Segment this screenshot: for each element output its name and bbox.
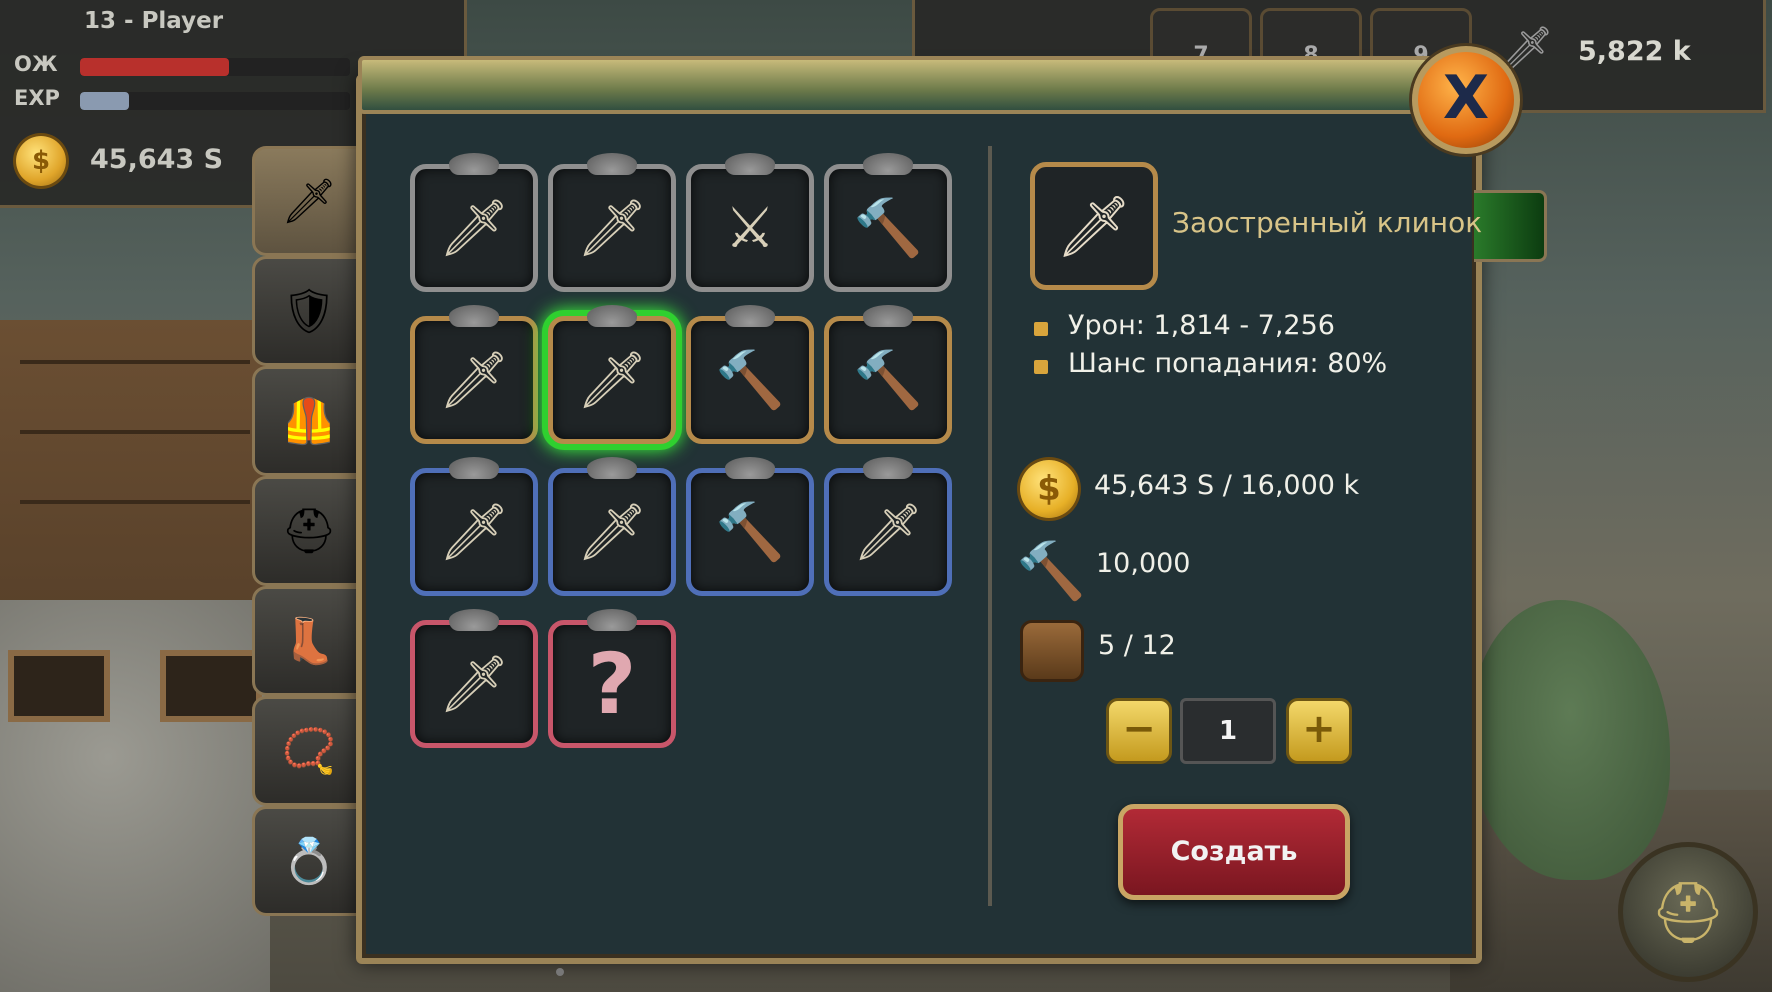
item-slot[interactable]: 🗡 bbox=[548, 457, 676, 596]
weapon-icon: 🔨 bbox=[853, 196, 923, 261]
ring-icon: 💍 bbox=[281, 836, 337, 887]
slot-crest bbox=[587, 609, 637, 631]
exp-label: EXP bbox=[14, 86, 60, 110]
weapon-icon: 🗡 bbox=[576, 500, 648, 565]
item-slot[interactable]: 🗡 bbox=[410, 153, 538, 292]
slot-crest bbox=[863, 153, 913, 175]
bullet-icon bbox=[1034, 322, 1048, 336]
hammer-icon: 🔨 bbox=[1016, 539, 1086, 604]
gold-amount: 45,643 S bbox=[90, 144, 224, 175]
hp-label: ОЖ bbox=[14, 52, 58, 76]
increase-quantity-button[interactable]: + bbox=[1286, 698, 1352, 764]
weapon-icon: 🗡 bbox=[852, 500, 924, 565]
exp-bar-fill bbox=[80, 92, 129, 110]
player-name: 13 - Player bbox=[84, 8, 224, 34]
selected-item-icon: 🗡 bbox=[1055, 191, 1133, 262]
category-tab-ring[interactable]: 💍 bbox=[252, 806, 363, 916]
bag-icon bbox=[1020, 620, 1084, 682]
weapon-icon: 🗡 bbox=[281, 176, 337, 227]
close-button[interactable]: X bbox=[1412, 46, 1520, 154]
decrease-quantity-button[interactable]: − bbox=[1106, 698, 1172, 764]
helmet-icon: ⛑ bbox=[1649, 877, 1727, 948]
exp-bar bbox=[80, 92, 350, 110]
weapon-icon: 🗡 bbox=[438, 500, 510, 565]
background-creature bbox=[1470, 600, 1670, 880]
slot-crest bbox=[863, 457, 913, 479]
item-slot[interactable]: 🔨 bbox=[686, 457, 814, 596]
item-slot[interactable]: 🔨 bbox=[824, 305, 952, 444]
item-slot[interactable]: ⚔ bbox=[686, 153, 814, 292]
item-slot[interactable]: 🔨 bbox=[686, 305, 814, 444]
slot-crest bbox=[587, 305, 637, 327]
craft-points-text: 10,000 bbox=[1096, 548, 1191, 579]
item-slot[interactable]: 🗡 bbox=[410, 609, 538, 748]
bullet-icon bbox=[1034, 360, 1048, 374]
slot-crest bbox=[449, 305, 499, 327]
create-button[interactable]: Создать bbox=[1118, 804, 1350, 900]
quantity-field[interactable]: 1 bbox=[1180, 698, 1276, 764]
weapon-icon: 🗡 bbox=[438, 348, 510, 413]
weapon-icon: 🗡 bbox=[438, 196, 510, 261]
hp-bar bbox=[80, 58, 350, 76]
currency-amount: 5,822 k bbox=[1578, 36, 1691, 67]
background-window bbox=[8, 650, 110, 722]
weapon-icon: 🗡 bbox=[576, 348, 648, 413]
slot-crest bbox=[863, 305, 913, 327]
weapon-icon: 🔨 bbox=[853, 348, 923, 413]
weapon-icon: ⚔ bbox=[724, 195, 776, 261]
slot-crest bbox=[587, 457, 637, 479]
side-tab-right[interactable] bbox=[1474, 190, 1547, 262]
category-tab-armor[interactable]: 🦺 bbox=[252, 366, 363, 476]
slot-crest bbox=[725, 153, 775, 175]
item-slot[interactable]: 🗡 bbox=[410, 457, 538, 596]
slot-crest bbox=[449, 153, 499, 175]
panel-title-bar bbox=[358, 56, 1436, 114]
hit-chance-stat: Шанс попадания: 80% bbox=[1068, 348, 1388, 379]
panel-divider bbox=[988, 146, 992, 906]
category-tab-helmet[interactable]: ⛑ bbox=[252, 476, 363, 586]
weapon-icon: 🗡 bbox=[438, 652, 510, 717]
selected-item-slot: 🗡 bbox=[1030, 162, 1158, 290]
slot-crest bbox=[587, 153, 637, 175]
background-window bbox=[160, 650, 262, 722]
slot-crest bbox=[725, 457, 775, 479]
item-slot[interactable]: 🗡 bbox=[548, 153, 676, 292]
gold-coin-icon: $ bbox=[16, 136, 66, 186]
hp-bar-fill bbox=[80, 58, 229, 76]
item-name: Заостренный клинок bbox=[1172, 206, 1483, 239]
gold-coin-icon: $ bbox=[1020, 460, 1078, 518]
question-mark-icon: ? bbox=[587, 635, 637, 733]
helmet-icon: ⛑ bbox=[281, 506, 337, 557]
amulet-icon: 📿 bbox=[281, 726, 337, 777]
item-slot[interactable]: 🗡 bbox=[824, 457, 952, 596]
category-tab-weapon[interactable]: 🗡 bbox=[252, 146, 363, 256]
shield-icon: 🛡 bbox=[281, 286, 337, 337]
category-tab-shield[interactable]: 🛡 bbox=[252, 256, 363, 366]
item-slot[interactable]: 🔨 bbox=[824, 153, 952, 292]
weapon-icon: 🔨 bbox=[715, 500, 785, 565]
item-slot[interactable]: 🗡 bbox=[548, 305, 676, 444]
category-tab-amulet[interactable]: 📿 bbox=[252, 696, 363, 806]
slot-crest bbox=[725, 305, 775, 327]
weapon-icon: 🔨 bbox=[715, 348, 785, 413]
armor-icon: 🦺 bbox=[281, 396, 337, 447]
page-indicator-dot bbox=[556, 968, 564, 976]
character-avatar-button[interactable]: ⛑ bbox=[1618, 842, 1758, 982]
item-slot[interactable]: 🗡 bbox=[410, 305, 538, 444]
boots-icon: 👢 bbox=[281, 616, 337, 667]
cost-text: 45,643 S / 16,000 k bbox=[1094, 470, 1360, 501]
weapon-icon: 🗡 bbox=[576, 196, 648, 261]
damage-stat: Урон: 1,814 - 7,256 bbox=[1068, 310, 1335, 341]
category-tab-boots[interactable]: 👢 bbox=[252, 586, 363, 696]
slot-crest bbox=[449, 457, 499, 479]
slot-crest bbox=[449, 609, 499, 631]
inventory-text: 5 / 12 bbox=[1098, 630, 1176, 661]
item-slot[interactable]: ? bbox=[548, 609, 676, 748]
